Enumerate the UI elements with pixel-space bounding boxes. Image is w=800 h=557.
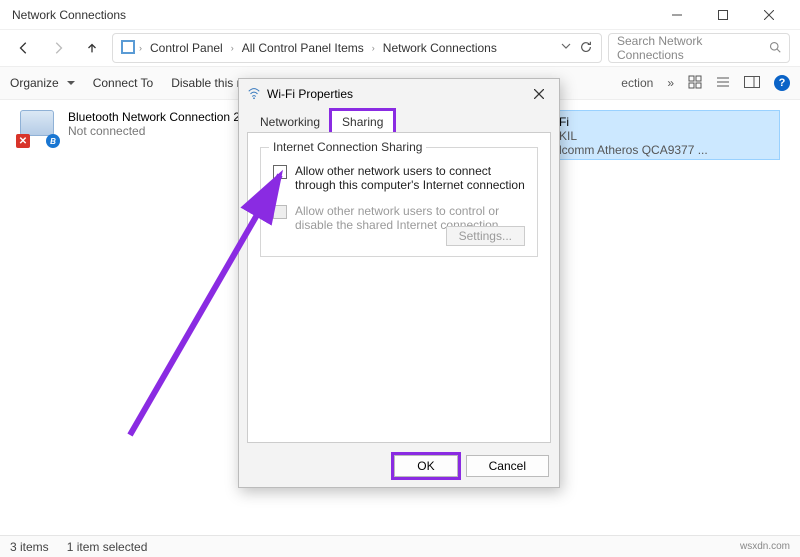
close-button[interactable] — [746, 0, 792, 30]
bluetooth-adapter-icon: ✕ — [18, 110, 58, 146]
minimize-button[interactable] — [654, 0, 700, 30]
truncated-label: ection — [621, 76, 653, 90]
preview-pane-icon[interactable] — [744, 76, 760, 91]
view-small-icon[interactable] — [688, 75, 702, 92]
connection-name: Bluetooth Network Connection 2 — [68, 110, 240, 124]
ok-button[interactable]: OK — [394, 455, 457, 477]
connection-name: Fi — [559, 115, 771, 129]
dialog-close-button[interactable] — [527, 82, 551, 106]
chevron-right-icon: › — [139, 43, 142, 53]
address-bar[interactable]: › Control Panel › All Control Panel Item… — [112, 33, 602, 63]
ics-group: Internet Connection Sharing Allow other … — [260, 147, 538, 257]
status-bar: 3 items 1 item selected wsxdn.com — [0, 535, 800, 557]
window-title: Network Connections — [12, 8, 654, 22]
connect-to-button[interactable]: Connect To — [93, 76, 154, 90]
window-titlebar: Network Connections — [0, 0, 800, 30]
tab-sharing[interactable]: Sharing — [331, 110, 394, 133]
chevron-right-icon: › — [372, 43, 375, 53]
up-button[interactable] — [78, 34, 106, 62]
overflow-chevrons[interactable]: » — [667, 76, 674, 90]
search-icon — [769, 41, 781, 56]
breadcrumb-item[interactable]: Control Panel — [146, 41, 227, 55]
wifi-properties-dialog: Wi-Fi Properties Networking Sharing Inte… — [238, 78, 560, 488]
chevron-down-icon[interactable] — [561, 40, 571, 57]
dialog-tabs: Networking Sharing — [239, 109, 559, 132]
dialog-title: Wi-Fi Properties — [267, 87, 521, 101]
chevron-right-icon: › — [231, 43, 234, 53]
search-input[interactable]: Search Network Connections — [608, 33, 790, 63]
tab-panel-sharing: Internet Connection Sharing Allow other … — [247, 132, 551, 443]
dialog-titlebar: Wi-Fi Properties — [239, 79, 559, 109]
cancel-button[interactable]: Cancel — [466, 455, 549, 477]
connection-item-wifi-selected[interactable]: Fi KIL lcomm Atheros QCA9377 ... — [550, 110, 780, 160]
forward-button[interactable] — [44, 34, 72, 62]
tab-networking[interactable]: Networking — [249, 110, 331, 133]
allow-connect-checkbox[interactable] — [273, 165, 287, 179]
connection-adapter: lcomm Atheros QCA9377 ... — [559, 143, 771, 157]
breadcrumb-item[interactable]: Network Connections — [379, 41, 501, 55]
view-list-icon[interactable] — [716, 75, 730, 92]
nav-row: › Control Panel › All Control Panel Item… — [0, 30, 800, 66]
allow-connect-row[interactable]: Allow other network users to connect thr… — [273, 164, 525, 192]
selected-count: 1 item selected — [67, 540, 148, 554]
maximize-button[interactable] — [700, 0, 746, 30]
bluetooth-badge-icon — [46, 134, 60, 148]
connection-ssid: KIL — [559, 129, 771, 143]
allow-control-checkbox — [273, 205, 287, 219]
help-icon[interactable]: ? — [774, 75, 790, 91]
watermark: wsxdn.com — [740, 541, 790, 552]
back-button[interactable] — [10, 34, 38, 62]
error-x-icon: ✕ — [16, 134, 30, 148]
settings-button: Settings... — [446, 226, 525, 246]
search-placeholder: Search Network Connections — [617, 34, 769, 62]
item-count: 3 items — [10, 540, 49, 554]
connection-status: Not connected — [68, 124, 240, 138]
organize-menu[interactable]: Organize — [10, 76, 75, 90]
group-title: Internet Connection Sharing — [269, 140, 426, 154]
refresh-icon[interactable] — [579, 40, 593, 57]
control-panel-icon — [121, 40, 135, 57]
breadcrumb-item[interactable]: All Control Panel Items — [238, 41, 368, 55]
disable-device-button[interactable]: Disable this n — [171, 76, 243, 90]
allow-connect-label: Allow other network users to connect thr… — [295, 164, 525, 192]
wifi-icon — [247, 86, 261, 103]
